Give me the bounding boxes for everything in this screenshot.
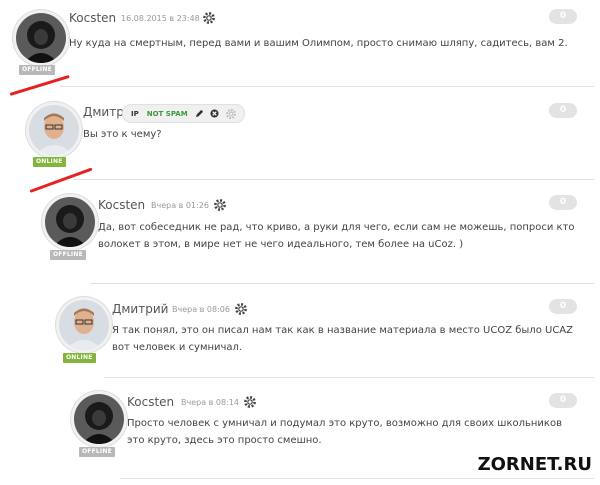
- comment-date: Вчера в 01:26: [151, 201, 209, 210]
- avatar[interactable]: [13, 10, 69, 66]
- status-badge: ONLINE: [63, 353, 96, 363]
- ip-button[interactable]: IP: [131, 110, 139, 118]
- vote-counter[interactable]: 0: [549, 393, 577, 408]
- comment-author[interactable]: Дмитрий: [112, 302, 168, 316]
- comment-text-line: это круто, здесь это просто смешно.: [127, 435, 322, 446]
- gear-icon[interactable]: [234, 302, 248, 316]
- status-badge: OFFLINE: [19, 65, 55, 75]
- comment-author[interactable]: Kocsten: [98, 198, 145, 212]
- man-photo-icon: [29, 105, 79, 155]
- comment-date: Вчера в 08:06: [172, 305, 230, 314]
- gear-icon[interactable]: [225, 108, 237, 120]
- comment-text: Я так понял, это он писал нам так как в …: [112, 322, 573, 356]
- comment-text: Да, вот собеседник не рад, что криво, а …: [98, 219, 575, 253]
- comment-text-line: вот человек и сумничал.: [112, 342, 243, 353]
- comment-text: Просто человек с умничал и подумал это к…: [127, 415, 562, 449]
- gear-icon[interactable]: [202, 11, 216, 25]
- comment-text: Вы это к чему?: [83, 129, 162, 140]
- status-badge: OFFLINE: [50, 250, 86, 260]
- comment-date: Вчера в 08:14: [181, 398, 239, 407]
- divider: [60, 86, 594, 87]
- vote-counter[interactable]: 0: [549, 195, 577, 210]
- avatar[interactable]: [42, 194, 98, 250]
- vote-counter[interactable]: 0: [549, 103, 577, 118]
- comment-text-line: Я так понял, это он писал нам так как в …: [112, 325, 573, 336]
- vote-counter[interactable]: 0: [549, 9, 577, 24]
- comment-author[interactable]: Kocsten: [69, 11, 116, 25]
- not-spam-button[interactable]: NOT SPAM: [147, 110, 188, 118]
- comment-text-line: Просто человек с умничал и подумал это к…: [127, 418, 562, 429]
- avatar[interactable]: [71, 391, 127, 447]
- hooded-figure-icon: [45, 197, 95, 247]
- divider: [104, 377, 594, 378]
- close-icon[interactable]: [210, 109, 219, 118]
- vote-counter[interactable]: 0: [549, 299, 577, 314]
- hooded-figure-icon: [74, 394, 124, 444]
- status-badge: ONLINE: [33, 157, 66, 167]
- comment-text-line: волокет в этом, в мире нет не чего идеал…: [98, 239, 464, 250]
- pencil-icon[interactable]: [195, 109, 204, 118]
- moderation-toolbar: IP NOT SPAM: [122, 104, 245, 123]
- comment-author[interactable]: Kocsten: [127, 395, 174, 409]
- watermark-text: ZORNET.RU: [477, 454, 592, 475]
- annotation-stroke-2: [29, 167, 93, 193]
- status-badge: OFFLINE: [79, 447, 115, 457]
- gear-icon[interactable]: [243, 395, 257, 409]
- comment-date: 16.08.2015 в 23:48: [121, 14, 200, 23]
- gear-icon[interactable]: [213, 198, 227, 212]
- avatar[interactable]: [56, 297, 112, 353]
- divider: [90, 283, 594, 284]
- hooded-figure-icon: [16, 13, 66, 63]
- avatar[interactable]: [26, 102, 82, 158]
- divider: [74, 179, 594, 180]
- divider: [120, 478, 594, 479]
- man-photo-icon: [59, 300, 109, 350]
- comment-text-line: Да, вот собеседник не рад, что криво, а …: [98, 222, 575, 233]
- comment-text: Ну куда на смертным, перед вами и вашим …: [69, 38, 568, 49]
